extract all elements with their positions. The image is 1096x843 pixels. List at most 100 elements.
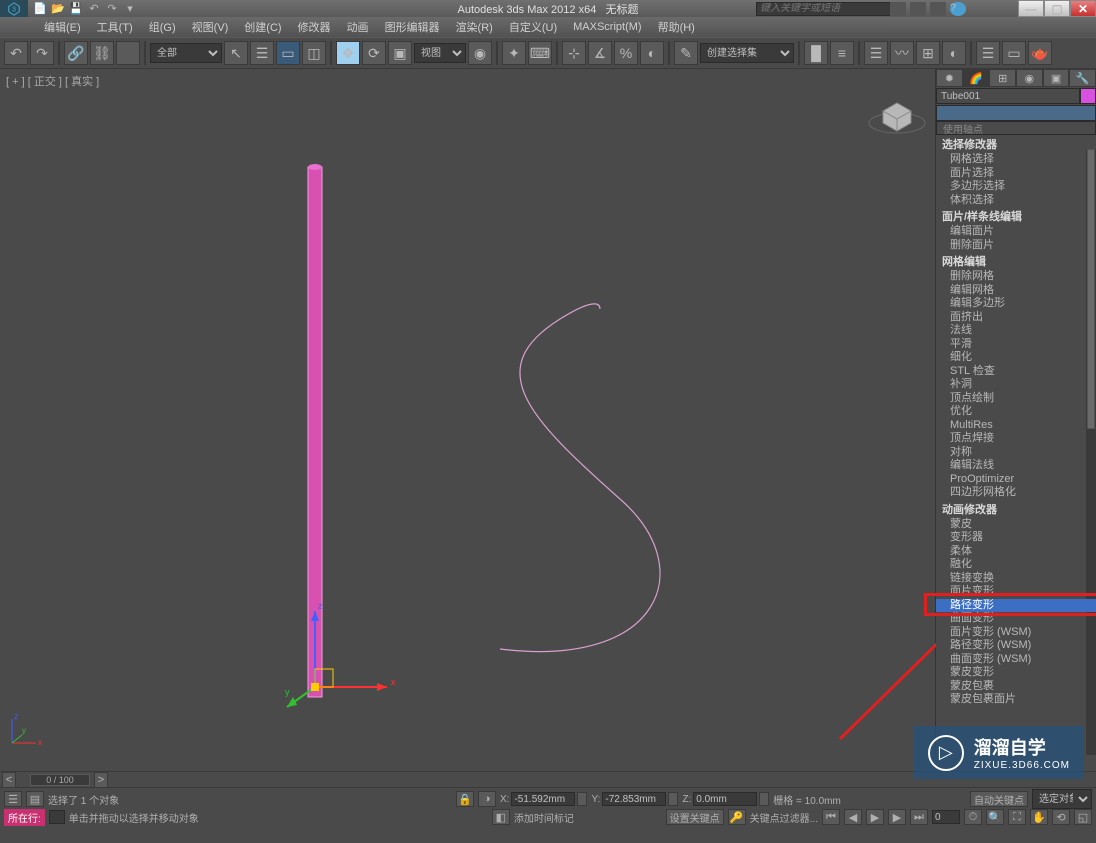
viewcube[interactable]	[863, 73, 931, 141]
minimize-button[interactable]: —	[1018, 0, 1044, 17]
use-pivot-item[interactable]: 使用轴点	[936, 121, 1096, 135]
window-crossing-button[interactable]: ◫	[302, 41, 326, 65]
menu-maxscript[interactable]: MAXScript(M)	[565, 19, 649, 35]
hierarchy-tab[interactable]: ⊞	[989, 69, 1016, 87]
render-button[interactable]: 🫖	[1028, 41, 1052, 65]
mirror-button[interactable]: ▐▌	[804, 41, 828, 65]
modifier-item[interactable]: 编辑网格	[936, 284, 1096, 298]
object-color-swatch[interactable]	[1080, 88, 1096, 104]
modifier-item[interactable]: 平滑	[936, 338, 1096, 352]
menu-create[interactable]: 创建(C)	[236, 17, 289, 37]
modifier-item[interactable]: 路径变形 (WSM)	[936, 639, 1096, 653]
qat-dropdown-icon[interactable]: ▾	[122, 1, 138, 17]
viewport-label[interactable]: [ + ] [ 正交 ] [ 真实 ]	[6, 73, 99, 89]
search-input[interactable]	[756, 2, 906, 16]
spinner[interactable]	[668, 792, 678, 806]
scale-button[interactable]: ▣	[388, 41, 412, 65]
menu-help[interactable]: 帮助(H)	[650, 17, 703, 37]
select-name-button[interactable]: ☰	[250, 41, 274, 65]
rendered-frame-button[interactable]: ▭	[1002, 41, 1026, 65]
menu-edit[interactable]: 编辑(E)	[36, 17, 89, 37]
use-center-button[interactable]: ◉	[468, 41, 492, 65]
zoom-button[interactable]: 🔍	[986, 809, 1004, 825]
modifier-item[interactable]: 编辑多边形	[936, 297, 1096, 311]
app-menu-icon[interactable]: 3	[0, 0, 28, 17]
menu-tools[interactable]: 工具(T)	[89, 17, 141, 37]
goto-start-button[interactable]: ⏮	[822, 809, 840, 825]
modifier-item[interactable]: STL 检查	[936, 365, 1096, 379]
unlink-button[interactable]: ⛓	[90, 41, 114, 65]
modifier-item[interactable]: 优化	[936, 405, 1096, 419]
modifier-item[interactable]: 法线	[936, 324, 1096, 338]
modifier-item[interactable]: 多边形选择	[936, 180, 1096, 194]
select-object-button[interactable]: ↖	[224, 41, 248, 65]
motion-tab[interactable]: ◉	[1016, 69, 1043, 87]
orbit-button[interactable]: ⟲	[1052, 809, 1070, 825]
modifier-item[interactable]: 蒙皮	[936, 518, 1096, 532]
angle-snap-button[interactable]: ∡	[588, 41, 612, 65]
coord-z-input[interactable]	[693, 792, 757, 806]
coord-y-input[interactable]	[602, 792, 666, 806]
modifier-item[interactable]: MultiRes	[936, 419, 1096, 433]
menu-modifiers[interactable]: 修改器	[290, 17, 339, 37]
schematic-button[interactable]: ⊞	[916, 41, 940, 65]
new-icon[interactable]: 📄	[32, 1, 48, 17]
setkey-button[interactable]: 设置关键点	[666, 809, 724, 825]
modifier-item[interactable]: 对称	[936, 446, 1096, 460]
modifier-item[interactable]: 面片选择	[936, 167, 1096, 181]
modifier-item[interactable]: 编辑法线	[936, 459, 1096, 473]
modifier-item[interactable]: 顶点焊接	[936, 432, 1096, 446]
render-setup-button[interactable]: ☰	[976, 41, 1000, 65]
modifier-item[interactable]: 柔体	[936, 545, 1096, 559]
pan-button[interactable]: ✋	[1030, 809, 1048, 825]
modifier-item[interactable]: 链接变换	[936, 572, 1096, 586]
isolate-icon[interactable]: ◑	[478, 791, 496, 807]
next-frame-button[interactable]: ▶	[888, 809, 906, 825]
help-icon[interactable]: ?	[950, 2, 966, 16]
create-tab[interactable]: ✹	[936, 69, 963, 87]
modifier-item[interactable]: 网格选择	[936, 153, 1096, 167]
rotate-button[interactable]: ⟳	[362, 41, 386, 65]
modifier-item[interactable]: 编辑面片	[936, 225, 1096, 239]
spinner[interactable]	[577, 792, 587, 806]
modifier-item[interactable]: 曲面变形 (WSM)	[936, 653, 1096, 667]
redo-button[interactable]: ↷	[30, 41, 54, 65]
menu-graph-editors[interactable]: 图形编辑器	[377, 17, 448, 37]
modifier-item[interactable]: 四边形网格化	[936, 486, 1096, 500]
modifier-item[interactable]: 蒙皮包裹面片	[936, 693, 1096, 707]
move-button[interactable]: ✥	[336, 41, 360, 65]
menu-animation[interactable]: 动画	[339, 17, 377, 37]
time-config-button[interactable]: ⏱	[964, 809, 982, 825]
add-time-tag[interactable]: 添加时间标记	[514, 810, 574, 825]
menu-group[interactable]: 组(G)	[141, 17, 184, 37]
current-frame-input[interactable]	[932, 810, 960, 824]
script-listener-button[interactable]: ☰	[4, 791, 22, 807]
percent-snap-button[interactable]: %	[614, 41, 638, 65]
modifier-item[interactable]: 路径变形	[936, 599, 1096, 613]
display-tab[interactable]: ▣	[1043, 69, 1070, 87]
curve-editor-button[interactable]: 〰	[890, 41, 914, 65]
modifier-item[interactable]: 面片变形	[936, 585, 1096, 599]
modifier-item[interactable]: 蒙皮包裹	[936, 680, 1096, 694]
undo-icon[interactable]: ↶	[86, 1, 102, 17]
modifier-item[interactable]: 顶点绘制	[936, 392, 1096, 406]
named-selection-dropdown[interactable]: 创建选择集	[700, 43, 794, 63]
spinner-snap-button[interactable]: ◐	[640, 41, 664, 65]
menu-rendering[interactable]: 渲染(R)	[448, 17, 501, 37]
modifier-item[interactable]: 曲面变形	[936, 612, 1096, 626]
modifier-list-dropdown[interactable]	[936, 105, 1096, 121]
script-mini-button[interactable]: ▤	[26, 791, 44, 807]
time-slider-prev[interactable]: <	[2, 772, 16, 788]
utilities-tab[interactable]: 🔧	[1069, 69, 1096, 87]
prev-frame-button[interactable]: ◀	[844, 809, 862, 825]
modify-tab[interactable]: 🌈	[963, 69, 990, 87]
modifier-item[interactable]: 蒙皮变形	[936, 666, 1096, 680]
modifier-tree[interactable]: 选择修改器网格选择面片选择多边形选择体积选择面片/样条线编辑编辑面片删除面片网格…	[936, 135, 1096, 755]
material-editor-button[interactable]: ◐	[942, 41, 966, 65]
menu-customize[interactable]: 自定义(U)	[501, 17, 565, 37]
modifier-item[interactable]: 细化	[936, 351, 1096, 365]
comm-icon[interactable]	[910, 2, 926, 16]
maximize-button[interactable]: ▢	[1044, 0, 1070, 17]
time-tag-icon[interactable]: ◧	[492, 809, 510, 825]
modifier-item[interactable]: 删除网格	[936, 270, 1096, 284]
